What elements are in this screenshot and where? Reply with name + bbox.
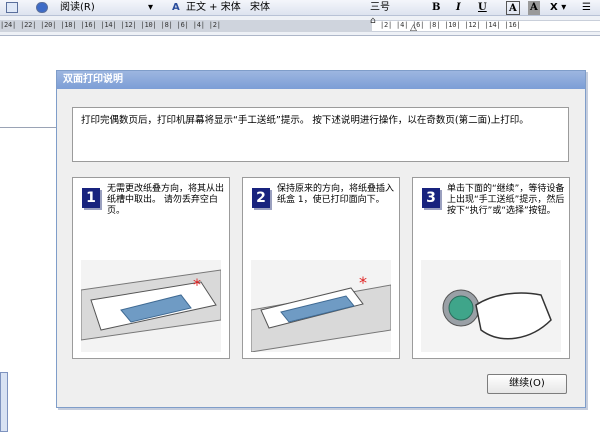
svg-text:*: * bbox=[193, 275, 201, 294]
step-3-panel: 3 单击下面的“继续”，等待设备上出现“手工送纸”提示，然后按下“执行”或“选择… bbox=[412, 177, 570, 359]
press-button-illustration bbox=[421, 260, 561, 352]
step-3-text: 单击下面的“继续”，等待设备上出现“手工送纸”提示，然后按下“执行”或“选择”按… bbox=[447, 184, 565, 216]
formatting-toolbar: 阅读(R) ▾ A 正文 + 宋体 宋体 三号 B I U A A X ▾ ☰ bbox=[0, 0, 600, 16]
step-2-number: 2 bbox=[252, 188, 270, 208]
step-1-number: 1 bbox=[82, 188, 100, 208]
italic-button[interactable]: I bbox=[456, 1, 461, 15]
dialog-body: 打印完偶数页后，打印机屏幕将显示“手工送纸”提示。 按下述说明进行操作，以在奇数… bbox=[57, 89, 585, 407]
styles-icon[interactable]: A bbox=[172, 1, 180, 15]
continue-button[interactable]: 继续(O) bbox=[487, 374, 567, 394]
step-3-number: 3 bbox=[422, 188, 440, 208]
horizontal-ruler: |24| |22| |20| |18| |16| |14| |12| |10| … bbox=[0, 16, 600, 36]
toolbar-chevron-icon[interactable]: ▾ bbox=[148, 1, 153, 15]
help-icon[interactable] bbox=[36, 2, 48, 13]
dialog-title: 双面打印说明 bbox=[57, 71, 585, 89]
side-panel-edge bbox=[0, 372, 8, 432]
bold-button[interactable]: B bbox=[432, 1, 440, 15]
input-tray-illustration: * bbox=[250, 260, 392, 353]
indent-marker-icon[interactable]: ⌂ bbox=[370, 17, 376, 26]
table-icon[interactable] bbox=[6, 2, 18, 13]
output-tray-icon: * bbox=[80, 269, 222, 341]
svg-text:*: * bbox=[359, 273, 367, 292]
underline-button[interactable]: U bbox=[478, 1, 487, 15]
step-2-panel: 2 保持原来的方向，将纸叠插入纸盒 1，使已打印面向下。 * bbox=[242, 177, 400, 359]
step-1-text: 无需更改纸叠方向，将其从出纸槽中取出。 请勿丢弃空白页。 bbox=[107, 184, 225, 216]
highlight-button[interactable]: A bbox=[528, 1, 540, 15]
tab-stop-icon[interactable]: △ bbox=[410, 24, 417, 33]
menu-icon[interactable]: ☰ bbox=[582, 1, 591, 15]
font-color-button[interactable]: A bbox=[506, 1, 520, 15]
output-tray-illustration: * bbox=[80, 260, 222, 352]
font-select[interactable]: 宋体 bbox=[250, 1, 270, 15]
input-tray-icon: * bbox=[250, 273, 392, 353]
font-size-select[interactable]: 三号 bbox=[370, 1, 390, 15]
duplex-print-dialog: 双面打印说明 打印完偶数页后，打印机屏幕将显示“手工送纸”提示。 按下述说明进行… bbox=[56, 70, 586, 408]
press-button-icon bbox=[442, 289, 552, 340]
intro-text: 打印完偶数页后，打印机屏幕将显示“手工送纸”提示。 按下述说明进行操作，以在奇数… bbox=[72, 107, 569, 162]
step-2-text: 保持原来的方向，将纸叠插入纸盒 1，使已打印面向下。 bbox=[277, 184, 395, 205]
step-1-panel: 1 无需更改纸叠方向，将其从出纸槽中取出。 请勿丢弃空白页。 * bbox=[72, 177, 230, 359]
style-select[interactable]: 正文 + 宋体 bbox=[186, 1, 241, 15]
char-scale-icon[interactable]: X ▾ bbox=[550, 1, 566, 15]
page-edge bbox=[0, 127, 60, 128]
read-button[interactable]: 阅读(R) bbox=[60, 1, 95, 15]
